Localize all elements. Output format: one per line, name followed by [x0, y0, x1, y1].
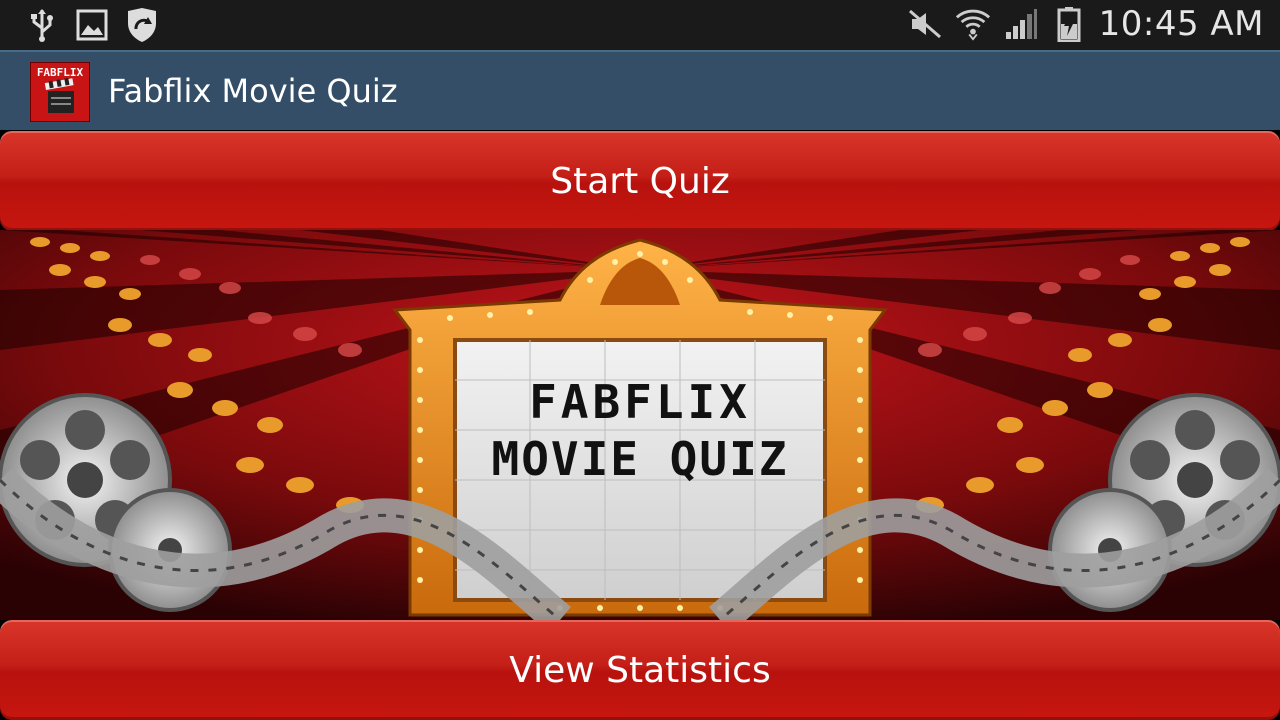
- wifi-icon: [955, 5, 991, 43]
- mute-icon: [907, 5, 943, 43]
- hero-banner: FABFLIX MOVIE QUIZ: [0, 230, 1280, 620]
- clock: 10:45 AM: [1098, 4, 1264, 44]
- battery-charging-icon: [1051, 5, 1087, 43]
- signal-icon: [1003, 5, 1039, 43]
- marquee-line-2: MOVIE QUIZ: [492, 432, 789, 486]
- app-title: Fabflix Movie Quiz: [108, 72, 398, 110]
- usb-icon: [24, 6, 60, 44]
- marquee-illustration: FABFLIX MOVIE QUIZ: [0, 230, 1280, 620]
- start-quiz-button[interactable]: Start Quiz: [0, 131, 1280, 231]
- status-bar: 10:45 AM: [0, 0, 1280, 50]
- action-bar: FABFLIX Fabflix Movie Quiz: [0, 50, 1280, 130]
- view-statistics-button[interactable]: View Statistics: [0, 620, 1280, 720]
- app-logo[interactable]: FABFLIX: [30, 62, 90, 122]
- clapperboard-icon: [44, 77, 74, 113]
- system-status: 10:45 AM: [907, 4, 1264, 44]
- image-icon: [74, 6, 110, 44]
- shield-sync-icon: [124, 6, 160, 44]
- marquee-line-1: FABFLIX: [529, 375, 751, 429]
- notification-icons: [24, 6, 160, 44]
